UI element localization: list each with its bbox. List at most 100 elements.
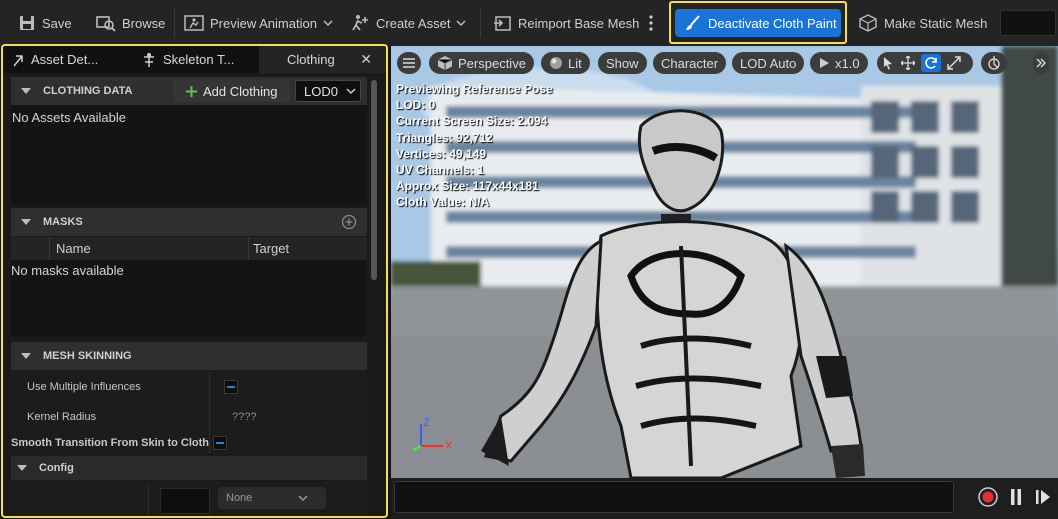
- stats-line: Cloth Value: N/A: [396, 195, 490, 210]
- reimport-icon: [494, 16, 511, 31]
- create-asset-button[interactable]: Create Asset: [350, 9, 466, 37]
- play-speed-button[interactable]: x1.0: [810, 52, 868, 74]
- stats-line: Previewing Reference Pose: [396, 82, 553, 96]
- config-dropdown[interactable]: None: [218, 487, 326, 509]
- viewport-menu-button[interactable]: [397, 52, 421, 74]
- mesh-skinning-header[interactable]: MESH SKINNING: [11, 342, 367, 370]
- camera-settings-button[interactable]: [981, 52, 1007, 74]
- viewport-expand-button[interactable]: [1033, 52, 1049, 74]
- lit-sphere-icon: [550, 57, 562, 69]
- toolbar-divider: [174, 8, 175, 38]
- timeline-bar: [391, 478, 1058, 519]
- perspective-label: Perspective: [458, 55, 526, 71]
- record-icon[interactable]: [978, 487, 998, 507]
- use-multiple-influences-checkbox[interactable]: [224, 380, 238, 394]
- toolbar-search-box[interactable]: [1000, 10, 1056, 36]
- asset-details-icon: [13, 54, 23, 66]
- chevron-down-icon: [346, 88, 356, 95]
- toolbar-divider: [480, 8, 481, 38]
- rotate-icon: [925, 57, 937, 69]
- paint-brush-icon: [686, 15, 700, 30]
- static-mesh-icon: [859, 14, 877, 32]
- tab-skeleton-tree[interactable]: Skeleton T...: [133, 46, 259, 73]
- pause-icon[interactable]: [1010, 487, 1022, 507]
- play-icon: [820, 58, 829, 68]
- masks-header[interactable]: MASKS: [11, 208, 367, 236]
- smooth-transition-checkbox[interactable]: [213, 436, 227, 450]
- more-vertical-icon: [649, 15, 653, 31]
- add-clothing-button[interactable]: Add Clothing: [173, 80, 290, 102]
- chevron-down-icon: [298, 495, 308, 502]
- property-divider: [209, 372, 210, 402]
- select-cursor-icon[interactable]: [881, 56, 895, 70]
- collapse-caret-icon: [21, 353, 31, 359]
- show-button[interactable]: Show: [598, 52, 647, 74]
- scale-icon[interactable]: [947, 56, 961, 70]
- config-swatch[interactable]: [160, 488, 210, 514]
- config-header[interactable]: Config: [11, 456, 367, 480]
- axis-x-label: X: [445, 440, 453, 452]
- use-multiple-influences-row: Use Multiple Influences: [11, 372, 367, 402]
- step-forward-icon[interactable]: [1035, 488, 1051, 506]
- character-button[interactable]: Character: [653, 52, 727, 74]
- clothing-panel: Asset Det... Skeleton T... Clothing ✕ CL…: [3, 46, 386, 516]
- close-icon[interactable]: ✕: [360, 51, 372, 68]
- deactivate-cloth-paint-button[interactable]: Deactivate Cloth Paint: [675, 9, 841, 37]
- timeline-track[interactable]: [394, 481, 954, 513]
- plus-icon: [186, 85, 197, 97]
- kernel-radius-row: Kernel Radius ????: [11, 402, 367, 432]
- tab-asset-details[interactable]: Asset Det...: [3, 46, 133, 73]
- lod-select[interactable]: LOD0: [295, 80, 361, 102]
- kernel-radius-value[interactable]: ????: [232, 411, 256, 423]
- no-masks-text: No masks available: [11, 263, 124, 278]
- save-button[interactable]: Save: [18, 9, 72, 37]
- tab-asset-details-label: Asset Det...: [31, 52, 99, 67]
- no-assets-text: No Assets Available: [12, 110, 126, 125]
- collapse-caret-icon: [17, 465, 27, 471]
- perspective-button[interactable]: Perspective: [429, 52, 534, 74]
- mesh-skinning-title: MESH SKINNING: [43, 350, 132, 362]
- rotate-tool-active[interactable]: [921, 54, 941, 72]
- lod-auto-button[interactable]: LOD Auto: [732, 52, 805, 74]
- save-icon: [20, 16, 34, 30]
- make-static-mesh-button[interactable]: Make Static Mesh: [858, 9, 987, 37]
- viewport[interactable]: Z X Perspective Lit Show Character LOD A…: [391, 46, 1058, 519]
- stats-line: Current Screen Size: 2.094: [396, 114, 548, 129]
- create-asset-icon: [352, 15, 368, 31]
- lod-select-value: LOD0: [304, 83, 338, 99]
- panel-tabs: Asset Det... Skeleton T... Clothing ✕: [3, 46, 386, 73]
- cube-icon: [437, 56, 453, 70]
- double-chevron-right-icon: [1036, 58, 1046, 68]
- create-asset-label: Create Asset: [376, 15, 451, 31]
- stats-line: Approx Size: 117x44x181: [396, 179, 539, 194]
- add-clothing-label: Add Clothing: [203, 83, 278, 99]
- tab-skeleton-tree-label: Skeleton T...: [163, 52, 235, 67]
- panel-scrollbar[interactable]: [371, 80, 377, 280]
- tab-clothing[interactable]: Clothing ✕: [259, 46, 386, 73]
- more-options-button[interactable]: [648, 9, 654, 37]
- collapse-caret-icon: [21, 88, 31, 94]
- masks-col-name[interactable]: Name: [56, 241, 91, 256]
- chevron-down-icon: [456, 20, 466, 27]
- preview-animation-label: Preview Animation: [210, 15, 317, 31]
- reimport-label: Reimport Base Mesh: [518, 15, 640, 31]
- preview-animation-icon: [184, 15, 204, 31]
- main-toolbar: Save Browse Preview Animation Create Ass…: [0, 0, 1058, 47]
- browse-label: Browse: [122, 15, 166, 31]
- masks-column-header: Name Target: [11, 237, 367, 260]
- browse-icon: [96, 16, 116, 32]
- masks-col-target[interactable]: Target: [253, 241, 289, 256]
- reimport-base-mesh-button[interactable]: Reimport Base Mesh: [492, 9, 639, 37]
- masks-list: No masks available: [11, 260, 367, 336]
- lit-label: Lit: [568, 55, 582, 71]
- preview-animation-button[interactable]: Preview Animation: [184, 9, 333, 37]
- lit-button[interactable]: Lit: [541, 52, 590, 74]
- camera-pivot-icon: [988, 56, 1000, 70]
- stats-line: UV Channels: 1: [396, 163, 485, 178]
- move-icon[interactable]: [901, 56, 915, 70]
- config-dropdown-value: None: [226, 492, 253, 504]
- add-mask-icon[interactable]: [341, 214, 357, 230]
- config-title: Config: [39, 462, 74, 474]
- deactivate-cloth-paint-label: Deactivate Cloth Paint: [708, 15, 837, 31]
- browse-button[interactable]: Browse: [96, 9, 165, 37]
